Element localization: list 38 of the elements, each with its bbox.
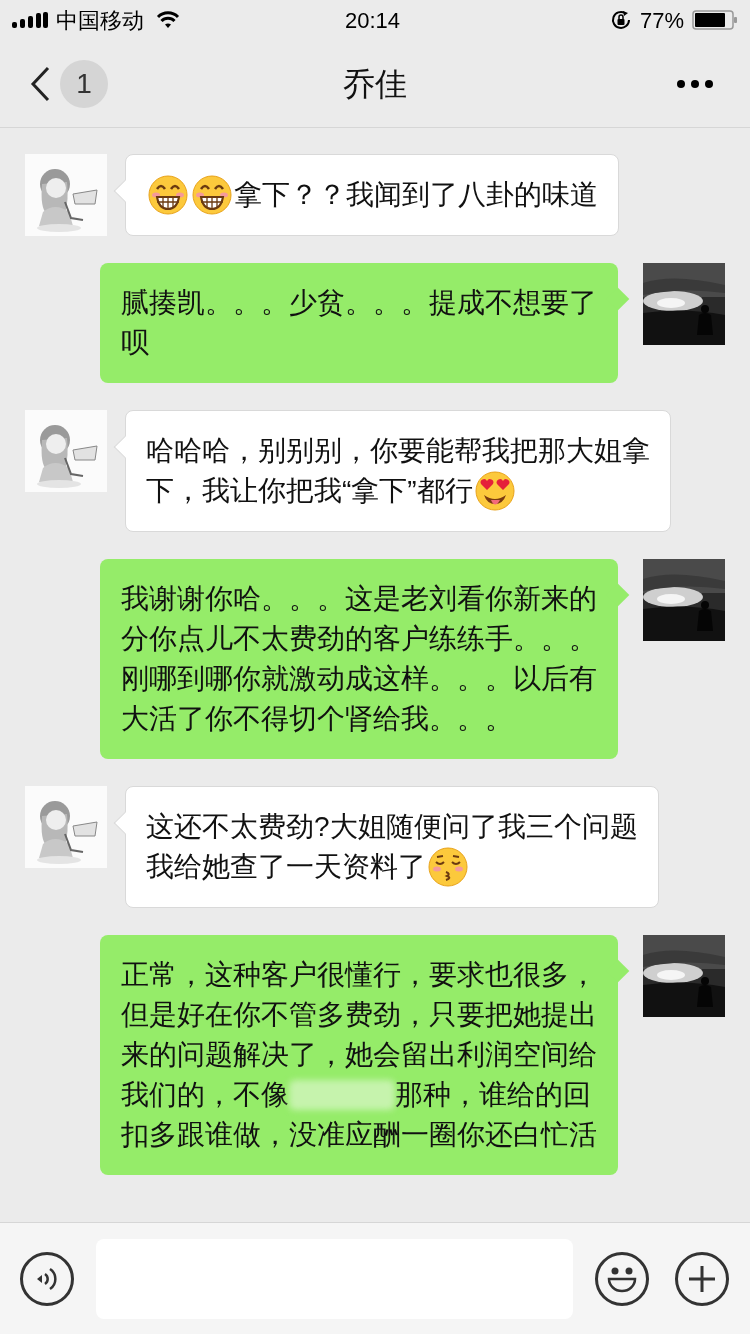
message-text: 腻揍凯。。。少贫。。。提成不想要了 — [121, 286, 597, 320]
more-button[interactable] — [676, 78, 714, 89]
heart-eyes-face-icon — [474, 471, 515, 511]
kissing-face-icon — [428, 847, 468, 887]
message-text: 大活了你不得切个肾给我。。。 — [121, 702, 513, 736]
more-icon — [676, 78, 714, 89]
message-text: 拿下？？我闻到了八卦的味道 — [234, 178, 598, 212]
message-text: 这还不太费劲?大姐随便问了我三个问题 — [146, 810, 638, 844]
rotation-lock-icon — [609, 9, 632, 31]
battery-percent: 77% — [639, 6, 684, 35]
chat-title: 乔佳 — [343, 64, 407, 104]
wifi-icon — [156, 11, 180, 29]
message-text: 来的问题解决了，她会留出利润空间给 — [121, 1038, 597, 1072]
message-text: 我们的，不像 — [121, 1078, 289, 1112]
grinning-face-icon — [192, 175, 232, 215]
add-button[interactable] — [675, 1251, 729, 1306]
emoji-button[interactable] — [595, 1251, 649, 1306]
plus-icon — [688, 1264, 716, 1293]
message-text: 下，我让你把我“拿下”都行 — [146, 474, 473, 508]
message-text: 扣多跟谁做，没准应酬一圈你还白忙活 — [121, 1118, 597, 1152]
back-chevron-icon — [30, 65, 50, 102]
message-text: 分你点儿不太费劲的客户练练手。。。 — [121, 622, 597, 656]
message-text: 那种，谁给的回 — [395, 1078, 591, 1112]
message-text: 但是好在你不管多费劲，只要把她提出 — [121, 998, 597, 1032]
clock-time: 20:14 — [345, 6, 401, 35]
message-text: 正常，这种客户很懂行，要求也很多， — [121, 958, 597, 992]
back-button[interactable]: 1 — [30, 59, 108, 108]
message-text: 哈哈哈，别别别，你要能帮我把那大姐拿 — [146, 434, 650, 468]
signal-icon — [12, 12, 48, 28]
grinning-face-icon — [148, 175, 188, 215]
battery-icon — [692, 10, 738, 30]
voice-button[interactable] — [20, 1251, 74, 1306]
message-text: 刚哪到哪你就激动成这样。。。以后有 — [121, 662, 597, 696]
message-text: 我给她查了一天资料了 — [146, 850, 426, 884]
message-text: 呗 — [121, 326, 149, 360]
carrier-name: 中国移动 — [56, 6, 144, 35]
message-text: 我谢谢你哈。。。这是老刘看你新来的 — [121, 582, 597, 616]
unread-count: 1 — [60, 59, 108, 108]
